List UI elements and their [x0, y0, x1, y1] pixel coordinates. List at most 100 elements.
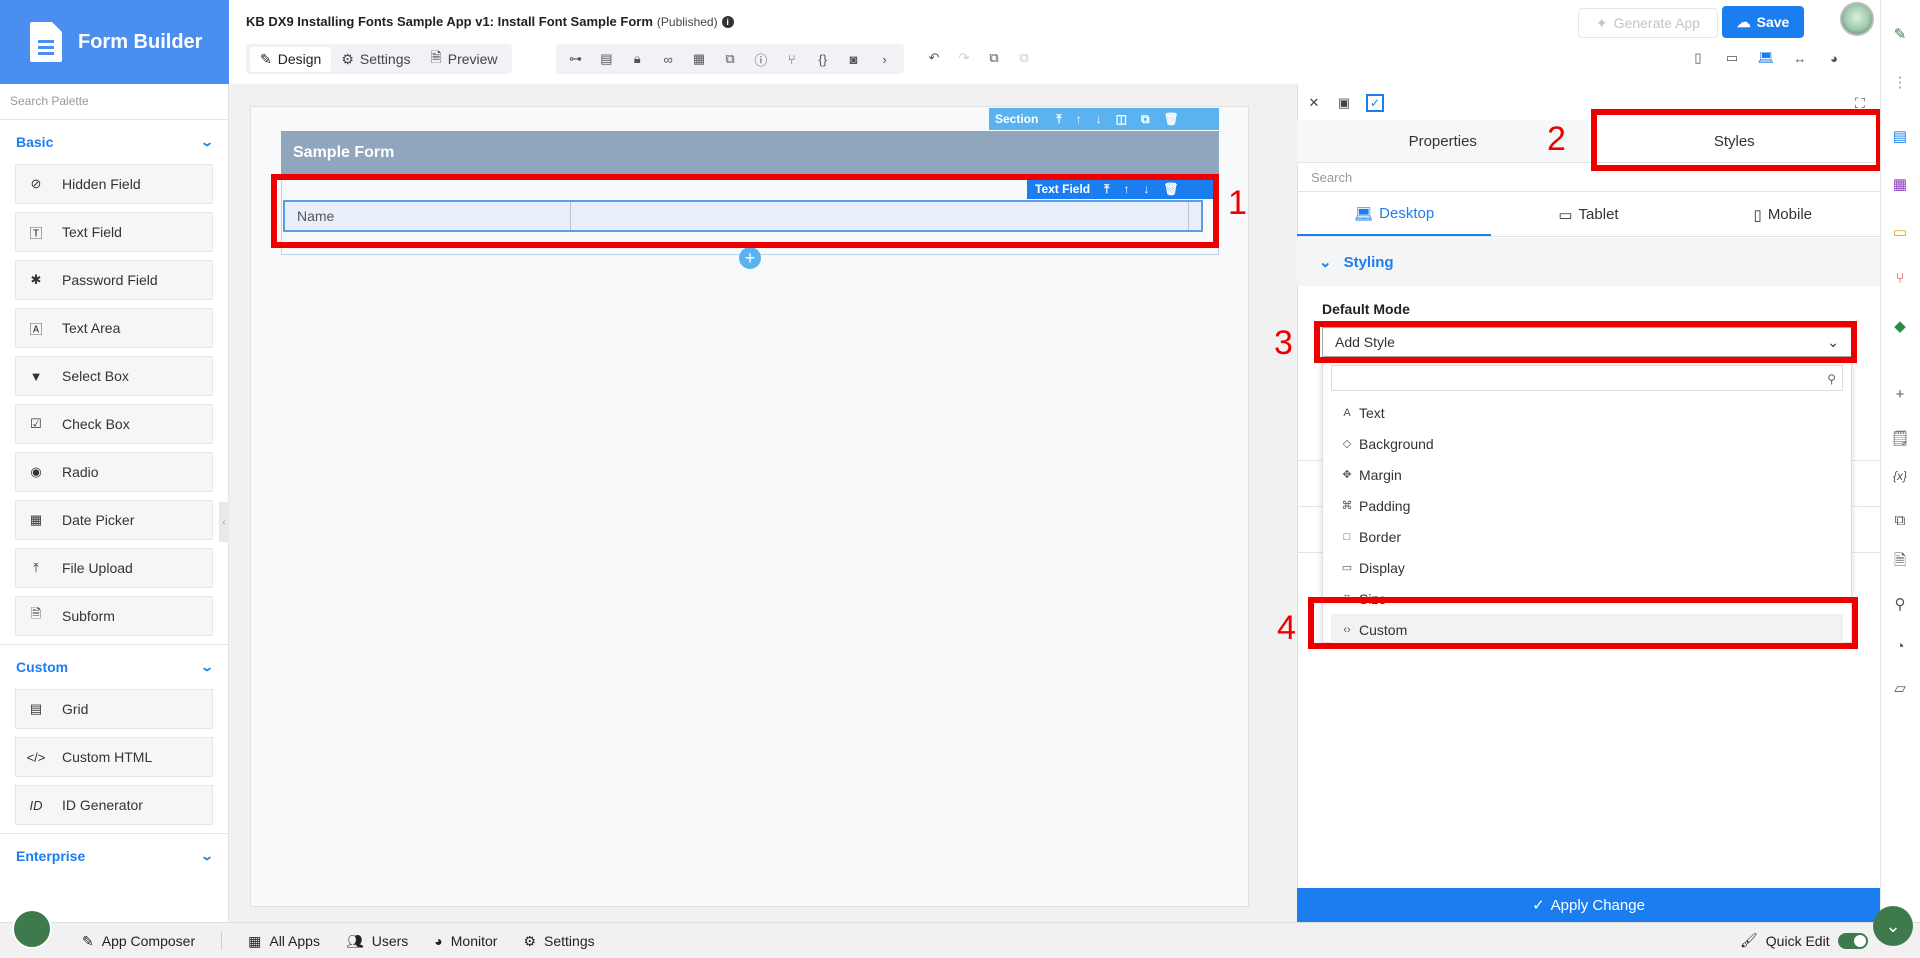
- palette-item-text-field[interactable]: 🅃 Text Field: [15, 212, 213, 252]
- process-icon[interactable]: ⑂: [1890, 268, 1910, 288]
- tab-preview[interactable]: 🗎 Preview: [420, 43, 507, 75]
- bottom-item-monitor[interactable]: ◕ Monitor: [434, 932, 523, 950]
- save-button[interactable]: ☁ Save: [1722, 6, 1804, 38]
- move-up-first-icon[interactable]: ⤒: [1056, 112, 1061, 127]
- palette-item-custom-html[interactable]: </> Custom HTML: [15, 737, 213, 777]
- code-icon[interactable]: {}: [815, 51, 831, 67]
- palette-item-radio[interactable]: ◉ Radio: [15, 452, 213, 492]
- info-icon[interactable]: i: [721, 15, 734, 28]
- palette-item-id-generator[interactable]: ID ID Generator: [15, 785, 213, 825]
- gauge-icon[interactable]: ◔: [1890, 636, 1910, 656]
- tab-mobile[interactable]: ▯ Mobile: [1686, 193, 1880, 236]
- check-icon[interactable]: ✓: [1366, 94, 1384, 112]
- width-icon[interactable]: ↔: [1792, 50, 1808, 66]
- translate-icon[interactable]: ⧉: [1890, 510, 1910, 530]
- grid-icon[interactable]: ▦: [691, 51, 707, 67]
- collapse-palette-handle[interactable]: ‹: [219, 502, 229, 542]
- chevron-double-down-icon[interactable]: ⌄: [1873, 906, 1913, 946]
- publish-status: (Published): [656, 14, 718, 29]
- palette-item-date-picker[interactable]: ▦ Date Picker: [15, 500, 213, 540]
- help-icon[interactable]: ⓘ: [753, 51, 769, 68]
- copy-icon[interactable]: ⧉: [1141, 112, 1150, 127]
- option-background[interactable]: ◇ Background: [1323, 428, 1851, 459]
- palette-group-custom[interactable]: Custom ⌄: [0, 645, 228, 689]
- bottom-item-all-apps[interactable]: ▦ All Apps: [248, 932, 346, 950]
- package-icon[interactable]: ▱: [1890, 678, 1910, 698]
- apply-change-label: Apply Change: [1550, 896, 1645, 914]
- branch-icon[interactable]: ⑂: [784, 51, 800, 67]
- palette-group-enterprise[interactable]: Enterprise ⌄: [0, 834, 228, 878]
- plus-icon[interactable]: +: [1890, 384, 1910, 404]
- generate-app-button[interactable]: ✦ Generate App: [1578, 8, 1718, 38]
- userview-icon[interactable]: ▭: [1890, 222, 1910, 242]
- field-icon[interactable]: ▤: [598, 51, 614, 67]
- apply-change-button[interactable]: ✓ Apply Change: [1297, 888, 1880, 922]
- bottom-item-settings[interactable]: ⚙ Settings: [523, 932, 620, 950]
- tree-icon[interactable]: ⊶: [567, 51, 583, 67]
- avatar[interactable]: [1840, 2, 1874, 36]
- palette-item-check-box[interactable]: ☑ Check Box: [15, 404, 213, 444]
- palette-item-file-upload[interactable]: ⤒ File Upload: [15, 548, 213, 588]
- phone-icon[interactable]: ▯: [1690, 50, 1706, 66]
- drag-icon[interactable]: ⋮: [1890, 72, 1910, 92]
- palette-icon[interactable]: ◕: [1826, 50, 1842, 66]
- tablet-icon[interactable]: ▭: [1724, 50, 1740, 66]
- add-element-button[interactable]: +: [739, 247, 761, 269]
- chevron-right-icon[interactable]: ›: [877, 51, 893, 67]
- copy-icon[interactable]: ⧉: [986, 50, 1002, 66]
- form-title[interactable]: Sample Form: [281, 131, 1219, 175]
- dropdown-search-input[interactable]: ⚲: [1331, 365, 1843, 391]
- cloud-icon: ☁: [1736, 13, 1751, 30]
- tab-tablet[interactable]: ▭ Tablet: [1491, 193, 1685, 236]
- palette-item-subform[interactable]: 🗎 Subform: [15, 596, 213, 636]
- palette-item-label: Check Box: [62, 416, 130, 432]
- option-padding[interactable]: ⌘ Padding: [1323, 490, 1851, 521]
- form-name: KB DX9 Installing Fonts Sample App v1: I…: [246, 14, 653, 29]
- palette-item-hidden-field[interactable]: ⊘ Hidden Field: [15, 164, 213, 204]
- lock-icon[interactable]: 🔒︎: [629, 51, 645, 67]
- option-border[interactable]: □ Border: [1323, 521, 1851, 552]
- variable-icon[interactable]: {x}: [1890, 466, 1910, 486]
- palette-item-text-area[interactable]: 🄰 Text Area: [15, 308, 213, 348]
- palette-item-password-field[interactable]: ✱ Password Field: [15, 260, 213, 300]
- styling-section-header[interactable]: ⌄ Styling: [1297, 238, 1880, 286]
- trash-icon[interactable]: 🗑︎: [1164, 112, 1179, 126]
- option-text[interactable]: A Text: [1323, 397, 1851, 428]
- bottom-item-app-composer[interactable]: ✎ App Composer: [82, 932, 221, 950]
- arrow-up-icon[interactable]: ↑: [1076, 112, 1082, 126]
- quick-edit-toggle[interactable]: 🖌︎ Quick Edit: [1740, 932, 1868, 949]
- translate-icon[interactable]: ⧉: [722, 51, 738, 67]
- paste-icon[interactable]: ⧉: [1016, 50, 1032, 66]
- palette-item-select-box[interactable]: ▼ Select Box: [15, 356, 213, 396]
- tab-settings[interactable]: ⚙ Settings: [331, 47, 420, 72]
- redo-icon[interactable]: ↷: [956, 50, 972, 66]
- palette-group-basic[interactable]: Basic ⌄: [0, 120, 228, 164]
- tab-properties[interactable]: Properties: [1297, 120, 1589, 162]
- bottom-item-users[interactable]: 👥︎ Users: [346, 932, 434, 950]
- laptop-icon[interactable]: 💻︎: [1758, 50, 1775, 66]
- palette-search-input[interactable]: Search Palette: [0, 84, 228, 120]
- chevron-down-icon: ⌄: [199, 135, 215, 149]
- undo-icon[interactable]: ↶: [926, 50, 942, 66]
- close-icon[interactable]: ✕: [1306, 95, 1322, 111]
- tab-design[interactable]: ✎ Design: [250, 46, 332, 72]
- glasses-icon[interactable]: ∞: [660, 51, 676, 67]
- arrow-down-icon[interactable]: ↓: [1096, 112, 1102, 126]
- palette-item-grid[interactable]: ▤ Grid: [15, 689, 213, 729]
- theme-icon[interactable]: ◆: [1890, 316, 1910, 336]
- option-display[interactable]: ▭ Display: [1323, 552, 1851, 583]
- logo-icon[interactable]: [12, 909, 52, 949]
- list-icon[interactable]: ▦: [1890, 174, 1910, 194]
- section-label: Section: [995, 112, 1039, 126]
- columns-icon[interactable]: ◫: [1116, 112, 1127, 126]
- save-panel-icon[interactable]: ▣: [1336, 95, 1352, 111]
- camera-icon[interactable]: ◙: [846, 51, 862, 67]
- plugin-icon[interactable]: ⚲: [1890, 594, 1910, 614]
- document-icon[interactable]: 🗎: [1890, 552, 1910, 572]
- note-icon[interactable]: 🗒︎: [1890, 428, 1910, 448]
- form-icon[interactable]: ▤: [1890, 126, 1910, 146]
- option-margin[interactable]: ✥ Margin: [1323, 459, 1851, 490]
- toggle-switch[interactable]: [1837, 932, 1868, 949]
- edit-icon[interactable]: ✎: [1890, 24, 1910, 44]
- tab-desktop[interactable]: 💻︎ Desktop: [1297, 193, 1492, 236]
